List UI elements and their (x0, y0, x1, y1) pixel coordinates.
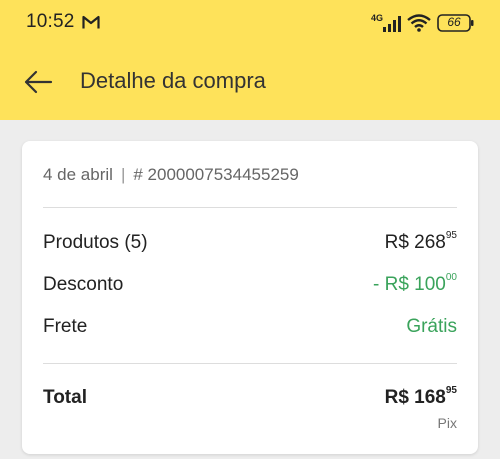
discount-value: - R$ 10000 (373, 272, 457, 295)
app-header: 10:52 4G 66 Detalhe da compra (0, 0, 500, 120)
page-title: Detalhe da compra (80, 68, 266, 93)
products-label: Produtos (5) (43, 232, 148, 253)
divider (43, 207, 457, 208)
total-label: Total (43, 387, 87, 408)
meta-separator: | (120, 165, 126, 184)
network-type: 4G (371, 13, 383, 23)
discount-row: Desconto - R$ 10000 (43, 272, 457, 298)
back-button[interactable] (18, 64, 58, 100)
payment-method: Pix (437, 415, 457, 431)
shipping-value: Grátis (406, 316, 457, 337)
battery-level: 66 (447, 15, 461, 29)
shipping-label: Frete (43, 316, 88, 337)
purchase-date: 4 de abril (43, 165, 113, 184)
wifi-icon (407, 14, 431, 32)
total-value: R$ 16895 (384, 385, 457, 408)
order-number: # 2000007534455259 (133, 165, 299, 184)
purchase-meta: 4 de abril | # 2000007534455259 (43, 165, 299, 185)
total-row: Total R$ 16895 (43, 385, 457, 411)
shipping-row: Frete Grátis (43, 316, 457, 340)
products-row: Produtos (5) R$ 26895 (43, 230, 457, 256)
gmail-icon (82, 15, 100, 29)
status-bar: 10:52 4G 66 (0, 0, 500, 48)
arrow-back-icon (24, 70, 53, 94)
divider (43, 363, 457, 364)
discount-label: Desconto (43, 274, 124, 295)
signal-icon: 4G (371, 13, 401, 32)
products-value: R$ 26895 (384, 230, 457, 253)
purchase-summary-card: 4 de abril | # 2000007534455259 Produtos (… (22, 141, 478, 454)
status-time: 10:52 (26, 11, 75, 32)
